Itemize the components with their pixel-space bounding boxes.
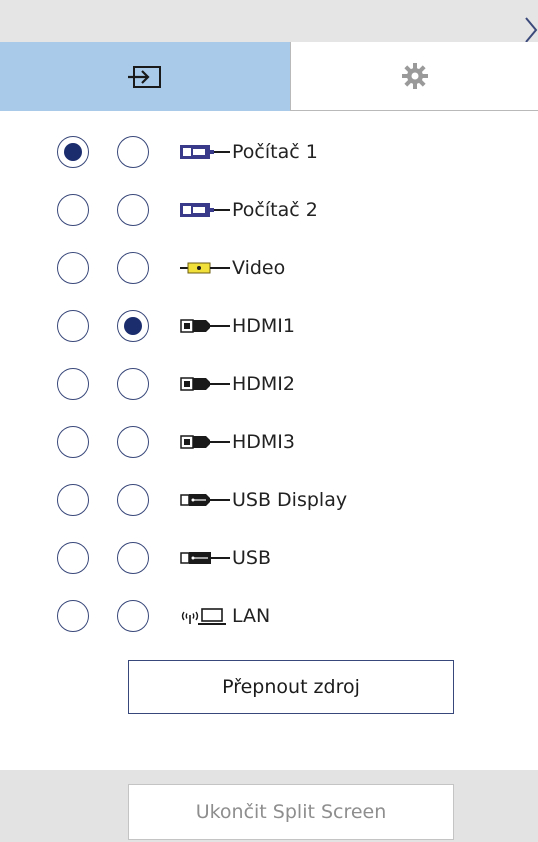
source-row: Video bbox=[0, 245, 538, 303]
hdmi-cable-icon bbox=[180, 435, 230, 449]
source-radio-right[interactable] bbox=[117, 310, 149, 342]
source-label: LAN bbox=[232, 605, 271, 627]
source-label: Video bbox=[232, 257, 286, 279]
end-split-screen-button[interactable]: Ukončit Split Screen bbox=[128, 784, 454, 840]
source-label: Počítač 2 bbox=[232, 199, 318, 221]
source-radio-left[interactable] bbox=[57, 600, 89, 632]
source-row: Počítač 2 bbox=[0, 187, 538, 245]
source-radio-right[interactable] bbox=[117, 484, 149, 516]
source-radio-left[interactable] bbox=[57, 136, 89, 168]
tab-source-input[interactable] bbox=[0, 42, 290, 111]
hdmi-cable-icon bbox=[180, 377, 230, 391]
source-radio-right[interactable] bbox=[117, 252, 149, 284]
rca-cable-icon bbox=[180, 262, 230, 274]
top-bar bbox=[0, 0, 538, 44]
input-source-icon bbox=[128, 65, 161, 88]
source-row: HDMI3 bbox=[0, 419, 538, 477]
source-radio-right[interactable] bbox=[117, 600, 149, 632]
source-list-panel: Počítač 1 Počítač 2 Video HDMI1 HDMI2 HD… bbox=[0, 111, 538, 770]
source-label: HDMI3 bbox=[232, 431, 296, 453]
source-row: HDMI1 bbox=[0, 303, 538, 361]
usb-display-cable-icon bbox=[180, 494, 230, 506]
source-radio-left[interactable] bbox=[57, 542, 89, 574]
lan-wireless-icon bbox=[181, 608, 226, 625]
source-row: USB Display bbox=[0, 477, 538, 535]
hdmi-cable-icon bbox=[180, 319, 230, 333]
vga-cable-icon bbox=[180, 203, 230, 217]
source-radio-right[interactable] bbox=[117, 426, 149, 458]
gear-icon bbox=[401, 63, 428, 89]
source-radio-left[interactable] bbox=[57, 310, 89, 342]
source-row: Počítač 1 bbox=[0, 129, 538, 187]
source-radio-left[interactable] bbox=[57, 368, 89, 400]
switch-source-button[interactable]: Přepnout zdroj bbox=[128, 660, 454, 714]
bottom-bar: Ukončit Split Screen bbox=[0, 770, 538, 842]
source-label: Počítač 1 bbox=[232, 141, 318, 163]
source-radio-right[interactable] bbox=[117, 542, 149, 574]
source-radio-right[interactable] bbox=[117, 194, 149, 226]
vga-cable-icon bbox=[180, 145, 230, 159]
source-radio-left[interactable] bbox=[57, 252, 89, 284]
source-radio-right[interactable] bbox=[117, 368, 149, 400]
chevron-right-icon[interactable] bbox=[524, 16, 538, 44]
source-radio-right[interactable] bbox=[117, 136, 149, 168]
tab-settings[interactable] bbox=[290, 42, 538, 111]
source-radio-left[interactable] bbox=[57, 194, 89, 226]
source-label: HDMI1 bbox=[232, 315, 296, 337]
source-label: USB bbox=[232, 547, 272, 569]
source-radio-left[interactable] bbox=[57, 484, 89, 516]
source-row: LAN bbox=[0, 593, 538, 651]
source-radio-left[interactable] bbox=[57, 426, 89, 458]
source-label: USB Display bbox=[232, 489, 348, 511]
tab-bar bbox=[0, 42, 538, 111]
source-label: HDMI2 bbox=[232, 373, 296, 395]
usb-cable-icon bbox=[180, 552, 230, 564]
source-row: USB bbox=[0, 535, 538, 593]
source-row: HDMI2 bbox=[0, 361, 538, 419]
